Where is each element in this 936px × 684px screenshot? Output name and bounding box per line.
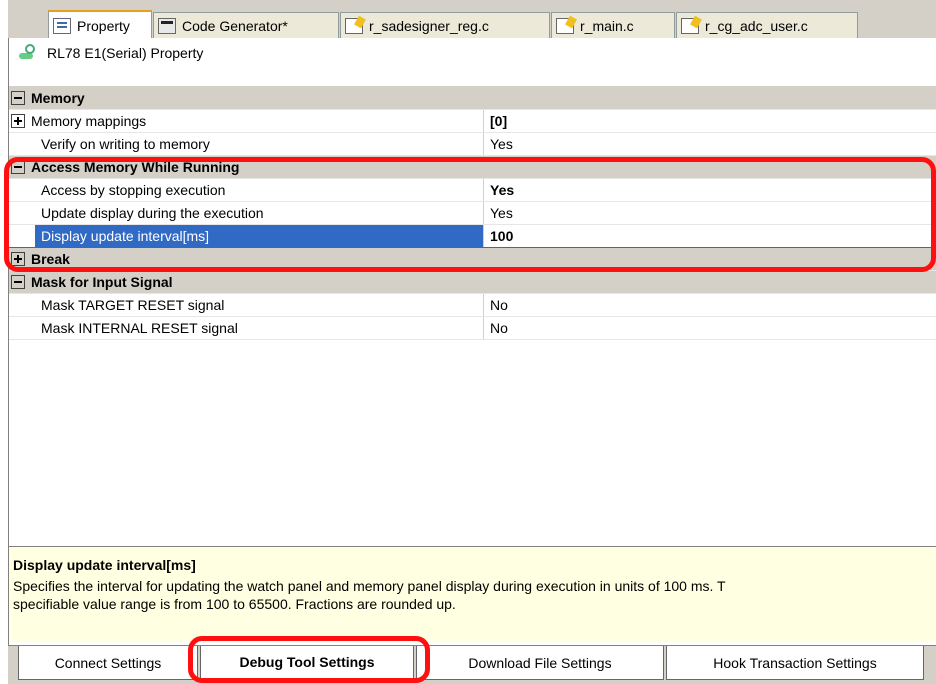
property-icon <box>53 17 71 34</box>
tab-r-sadesigner-reg[interactable]: r_sadesigner_reg.c <box>340 12 550 38</box>
category-memory[interactable]: Memory <box>9 87 936 110</box>
c-file-icon <box>681 17 699 34</box>
property-row-mask-target-reset[interactable]: Mask TARGET RESET signal No <box>9 294 936 317</box>
tab-property-label: Property <box>77 17 130 34</box>
tab-hook-transaction-settings[interactable]: Hook Transaction Settings <box>666 646 924 680</box>
property-value[interactable]: [0] <box>483 110 936 132</box>
tab-r-cg-adc-user-label: r_cg_adc_user.c <box>705 17 808 34</box>
property-panel: RL78 E1(Serial) Property Memory Memory m… <box>8 38 936 683</box>
category-label: Access Memory While Running <box>31 159 240 175</box>
property-grid: Memory Memory mappings [0] Verify on wri… <box>9 86 936 340</box>
category-label: Memory <box>31 90 85 106</box>
tab-code-generator-label: Code Generator* <box>182 17 288 34</box>
property-name: Memory mappings <box>31 113 147 129</box>
tab-r-sadesigner-reg-label: r_sadesigner_reg.c <box>369 17 489 34</box>
tab-download-file-settings[interactable]: Download File Settings <box>416 646 664 680</box>
category-access-memory-while-running[interactable]: Access Memory While Running <box>9 156 936 179</box>
property-name: Update display during the execution <box>41 205 264 221</box>
panel-title: RL78 E1(Serial) Property <box>47 45 204 61</box>
property-value[interactable]: Yes <box>483 202 936 224</box>
description-text: Specifies the interval for updating the … <box>13 577 936 613</box>
editor-tab-bar: Property Code Generator* r_sadesigner_re… <box>8 0 936 39</box>
category-break[interactable]: Break <box>9 248 936 271</box>
property-row-access-by-stopping[interactable]: Access by stopping execution Yes <box>9 179 936 202</box>
tab-code-generator[interactable]: Code Generator* <box>153 12 339 38</box>
property-value[interactable]: Yes <box>483 179 936 201</box>
tab-r-main[interactable]: r_main.c <box>551 12 675 38</box>
property-name: Display update interval[ms] <box>35 225 483 247</box>
property-value[interactable]: No <box>483 317 936 339</box>
property-row-update-display[interactable]: Update display during the execution Yes <box>9 202 936 225</box>
collapse-icon[interactable] <box>11 91 25 105</box>
description-line-2: specifiable value range is from 100 to 6… <box>13 596 456 612</box>
c-file-icon <box>556 17 574 34</box>
code-generator-icon <box>158 17 176 34</box>
category-mask-for-input-signal[interactable]: Mask for Input Signal <box>9 271 936 294</box>
category-label: Break <box>31 251 70 267</box>
tab-property[interactable]: Property <box>48 10 152 39</box>
tab-r-main-label: r_main.c <box>580 17 634 34</box>
expand-icon[interactable] <box>11 114 25 128</box>
tab-debug-tool-settings[interactable]: Debug Tool Settings <box>200 646 414 680</box>
expand-icon[interactable] <box>11 252 25 266</box>
property-name: Verify on writing to memory <box>41 136 210 152</box>
tab-connect-settings[interactable]: Connect Settings <box>18 646 198 680</box>
tab-label: Debug Tool Settings <box>239 654 375 670</box>
property-name: Mask INTERNAL RESET signal <box>41 320 238 336</box>
tab-label: Connect Settings <box>54 654 162 671</box>
property-value[interactable]: No <box>483 294 936 316</box>
property-name: Mask TARGET RESET signal <box>41 297 225 313</box>
property-name: Access by stopping execution <box>41 182 226 198</box>
description-line-1: Specifies the interval for updating the … <box>13 578 726 594</box>
property-value[interactable]: Yes <box>483 133 936 155</box>
property-row-verify-on-writing[interactable]: Verify on writing to memory Yes <box>9 133 936 156</box>
property-description: Display update interval[ms] Specifies th… <box>9 546 936 642</box>
panel-title-bar: RL78 E1(Serial) Property <box>9 38 936 68</box>
c-file-icon <box>345 17 363 34</box>
settings-tab-bar: Connect Settings Debug Tool Settings Dow… <box>8 645 936 684</box>
tab-r-cg-adc-user[interactable]: r_cg_adc_user.c <box>676 12 858 38</box>
property-row-display-update-interval[interactable]: Display update interval[ms] 100 <box>9 225 936 248</box>
collapse-icon[interactable] <box>11 160 25 174</box>
tab-label: Hook Transaction Settings <box>713 654 877 671</box>
tab-label: Download File Settings <box>468 654 612 671</box>
description-title: Display update interval[ms] <box>13 557 196 573</box>
property-row-mask-internal-reset[interactable]: Mask INTERNAL RESET signal No <box>9 317 936 340</box>
debugger-connection-icon <box>17 43 39 63</box>
property-row-memory-mappings[interactable]: Memory mappings [0] <box>9 110 936 133</box>
property-value[interactable]: 100 <box>483 225 936 247</box>
category-label: Mask for Input Signal <box>31 274 173 290</box>
collapse-icon[interactable] <box>11 275 25 289</box>
